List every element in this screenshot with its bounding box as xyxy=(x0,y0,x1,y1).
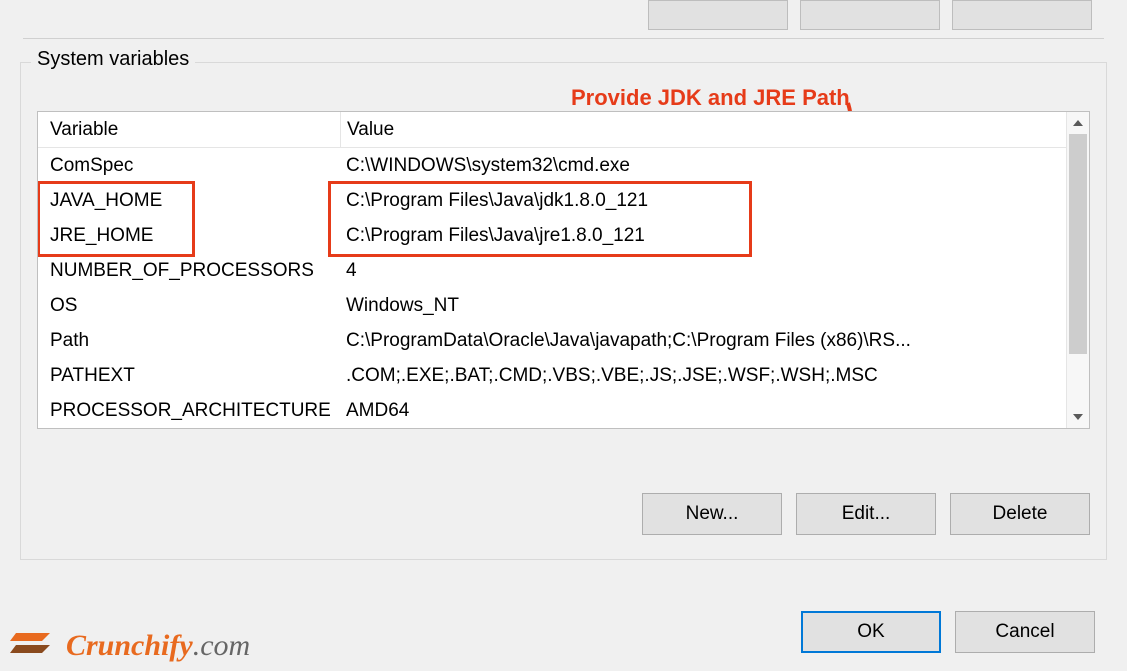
cell-variable: ComSpec xyxy=(38,155,340,177)
scroll-down-icon[interactable] xyxy=(1067,406,1089,428)
table-row[interactable]: PATHEXT .COM;.EXE;.BAT;.CMD;.VBS;.VBE;.J… xyxy=(38,358,1066,393)
crunchify-text: Crunchify.com xyxy=(66,629,250,663)
cell-value: C:\Program Files\Java\jre1.8.0_121 xyxy=(340,225,1066,247)
group-title: System variables xyxy=(31,48,195,71)
column-header-variable[interactable]: Variable xyxy=(38,112,341,147)
cell-value: AMD64 xyxy=(340,400,1066,422)
list-header[interactable]: Variable Value xyxy=(38,112,1066,148)
ghost-button[interactable] xyxy=(800,0,940,30)
cell-variable: JRE_HOME xyxy=(38,225,340,247)
dialog-button-row: OK Cancel xyxy=(801,611,1095,653)
system-variables-group: System variables Provide JDK and JRE Pat… xyxy=(20,62,1107,560)
table-row[interactable]: JAVA_HOME C:\Program Files\Java\jdk1.8.0… xyxy=(38,183,1066,218)
table-row[interactable]: Path C:\ProgramData\Oracle\Java\javapath… xyxy=(38,323,1066,358)
vertical-scrollbar[interactable] xyxy=(1066,112,1089,428)
new-button[interactable]: New... xyxy=(642,493,782,535)
ghost-button[interactable] xyxy=(648,0,788,30)
upper-button-row xyxy=(648,0,1092,30)
cell-variable: PROCESSOR_ARCHITECTURE xyxy=(38,400,340,422)
delete-button[interactable]: Delete xyxy=(950,493,1090,535)
annotation-text: Provide JDK and JRE Path xyxy=(571,85,850,111)
table-row[interactable]: PROCESSOR_ARCHITECTURE AMD64 xyxy=(38,393,1066,428)
cell-value: .COM;.EXE;.BAT;.CMD;.VBS;.VBE;.JS;.JSE;.… xyxy=(340,365,1066,387)
cell-value: C:\ProgramData\Oracle\Java\javapath;C:\P… xyxy=(340,330,1066,352)
cancel-button[interactable]: Cancel xyxy=(955,611,1095,653)
cell-value: C:\WINDOWS\system32\cmd.exe xyxy=(340,155,1066,177)
crunchify-logo-icon xyxy=(10,625,58,667)
scrollbar-thumb[interactable] xyxy=(1069,134,1087,354)
crunchify-watermark: Crunchify.com xyxy=(10,625,250,667)
ghost-button[interactable] xyxy=(952,0,1092,30)
cell-variable: Path xyxy=(38,330,340,352)
variables-listview[interactable]: Variable Value ComSpec C:\WINDOWS\system… xyxy=(37,111,1090,429)
table-row[interactable]: OS Windows_NT xyxy=(38,288,1066,323)
cell-variable: PATHEXT xyxy=(38,365,340,387)
cell-value: 4 xyxy=(340,260,1066,282)
cell-value: C:\Program Files\Java\jdk1.8.0_121 xyxy=(340,190,1066,212)
group-button-row: New... Edit... Delete xyxy=(642,493,1090,535)
ok-button[interactable]: OK xyxy=(801,611,941,653)
divider xyxy=(23,38,1104,39)
cell-variable: OS xyxy=(38,295,340,317)
edit-button[interactable]: Edit... xyxy=(796,493,936,535)
cell-variable: NUMBER_OF_PROCESSORS xyxy=(38,260,340,282)
table-row[interactable]: NUMBER_OF_PROCESSORS 4 xyxy=(38,253,1066,288)
column-header-value[interactable]: Value xyxy=(341,119,1066,141)
table-row[interactable]: ComSpec C:\WINDOWS\system32\cmd.exe xyxy=(38,148,1066,183)
table-row[interactable]: JRE_HOME C:\Program Files\Java\jre1.8.0_… xyxy=(38,218,1066,253)
cell-variable: JAVA_HOME xyxy=(38,190,340,212)
cell-value: Windows_NT xyxy=(340,295,1066,317)
scroll-up-icon[interactable] xyxy=(1067,112,1089,134)
